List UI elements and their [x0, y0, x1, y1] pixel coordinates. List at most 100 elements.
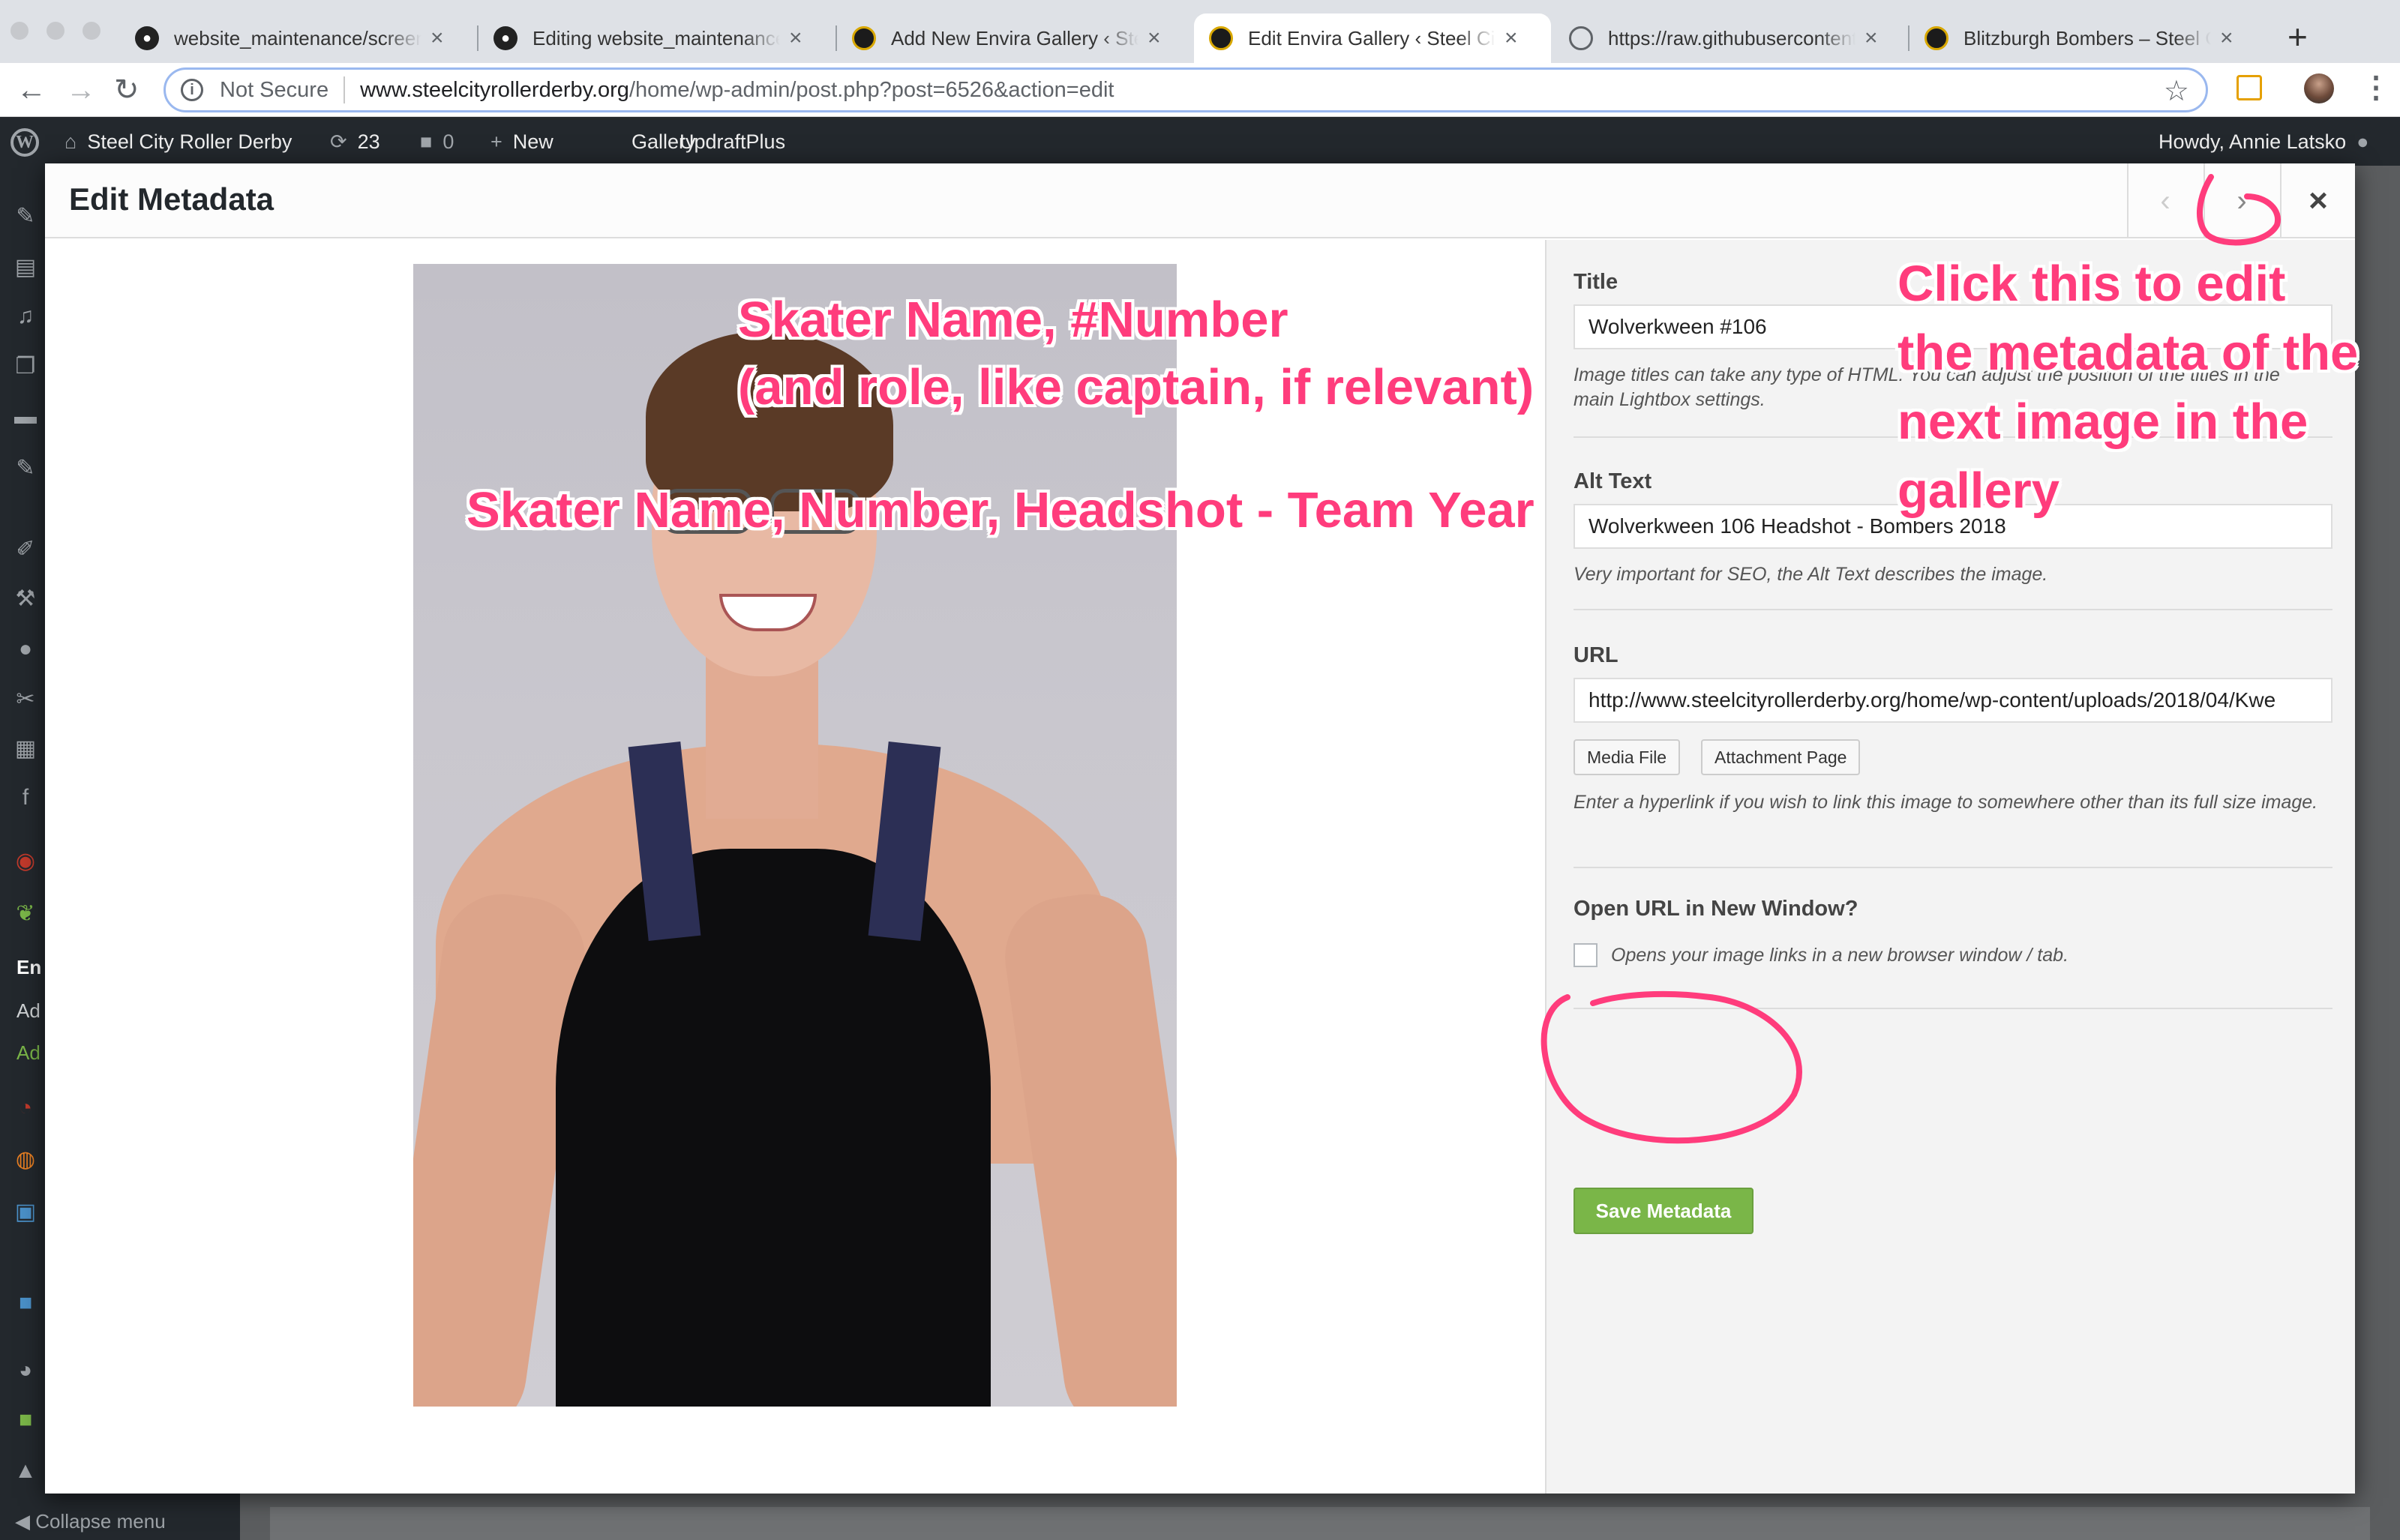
plus-icon: + — [490, 130, 502, 153]
plugin-icon[interactable]: ■ — [12, 1407, 39, 1434]
plugin-icon[interactable]: ◍ — [12, 1146, 39, 1173]
close-tab-icon[interactable]: × — [789, 25, 802, 51]
pin-icon[interactable]: ✎ — [12, 203, 39, 230]
posts-icon[interactable]: ▤ — [12, 254, 39, 281]
browser-tab[interactable]: Add New Envira Gallery ‹ Steel City × — [837, 13, 1194, 63]
comments-count: 0 — [442, 130, 454, 153]
new-window-checkbox[interactable] — [1574, 943, 1598, 967]
browser-tab[interactable]: https://raw.githubusercontent.com × — [1551, 13, 1908, 63]
plugin-icon[interactable]: ◉ — [12, 848, 39, 875]
comments-icon[interactable]: ▬ — [12, 404, 39, 431]
facebook-icon[interactable]: f — [12, 785, 39, 812]
annotation-next-hint-3: next image in the — [1898, 394, 2308, 450]
home-icon: ⌂ — [64, 130, 77, 153]
new-content-link[interactable]: + New — [490, 118, 554, 166]
plugin-icon[interactable]: ▣ — [12, 1199, 39, 1226]
pages-icon[interactable]: ❐ — [12, 353, 39, 380]
wordpress-logo-icon[interactable]: W — [10, 128, 39, 157]
reload-icon[interactable]: ↻ — [114, 72, 140, 108]
tab-title: Add New Envira Gallery ‹ Steel City — [891, 26, 1138, 49]
new-window-label: Open URL in New Window? — [1574, 897, 1858, 921]
close-tab-icon[interactable]: × — [1504, 25, 1518, 51]
github-icon: ● — [135, 26, 159, 50]
url-input[interactable]: http://www.steelcityrollerderby.org/home… — [1574, 678, 2332, 723]
browser-tab[interactable]: ● website_maintenance/screenshots × — [120, 13, 477, 63]
bookmark-star-icon[interactable]: ☆ — [2164, 74, 2189, 108]
wp-admin-bar: W ⌂ Steel City Roller Derby ⟳ 23 ■ 0 + New G… — [0, 118, 2400, 166]
url-label: URL — [1574, 643, 1618, 667]
browser-tab[interactable]: Blitzburgh Bombers – Steel City × — [1910, 13, 2266, 63]
close-tab-icon[interactable]: × — [1148, 25, 1161, 51]
attachment-page-button[interactable]: Attachment Page — [1701, 739, 1861, 775]
plugin-icon[interactable]: ◔ — [12, 1095, 39, 1122]
sidebar-item-add[interactable]: Ad — [16, 999, 40, 1023]
alt-text-help-text: Very important for SEO, the Alt Text des… — [1574, 564, 2048, 585]
scrd-logo-icon — [1924, 26, 1948, 50]
browser-tabstrip: ● website_maintenance/screenshots × ● Ed… — [0, 0, 2400, 63]
annotation-title-hint-role: (and role, like captain, if relevant) — [738, 359, 1534, 415]
close-modal-button[interactable]: × — [2280, 163, 2355, 238]
updates-count: 23 — [357, 130, 380, 153]
media-file-button[interactable]: Media File — [1574, 739, 1681, 775]
collapse-label: Collapse menu — [35, 1510, 166, 1533]
sidebar-item-add-new[interactable]: Ad — [16, 1041, 40, 1065]
new-tab-button[interactable]: + — [2288, 16, 2308, 57]
site-name-link[interactable]: ⌂ Steel City Roller Derby — [64, 118, 292, 166]
info-icon[interactable]: i — [181, 79, 203, 101]
users-icon[interactable]: ● — [12, 637, 39, 664]
tab-title: Editing website_maintenance/upload — [532, 26, 780, 49]
back-arrow-icon[interactable]: ← — [16, 72, 46, 108]
stats-icon[interactable]: ◕ — [12, 1358, 39, 1385]
collapse-menu-button[interactable]: ◀ Collapse menu — [15, 1510, 166, 1533]
scrd-logo-icon — [1209, 26, 1233, 50]
next-image-button[interactable]: › — [2204, 163, 2278, 238]
save-metadata-button[interactable]: Save Metadata — [1574, 1188, 1754, 1234]
plugins-icon[interactable]: ⚒ — [12, 586, 39, 613]
new-window-help-text: Opens your image links in a new browser … — [1611, 945, 2069, 966]
collapse-icon: ◀ — [15, 1510, 36, 1533]
alt-text-label: Alt Text — [1574, 469, 1652, 493]
tab-title: Blitzburgh Bombers – Steel City — [1964, 26, 2211, 49]
site-name: Steel City Roller Derby — [87, 130, 292, 153]
forward-arrow-icon[interactable]: → — [66, 72, 96, 108]
github-icon: ● — [494, 26, 518, 50]
profile-avatar[interactable] — [2304, 73, 2334, 103]
browser-menu-icon[interactable]: ⋮ — [2361, 70, 2391, 105]
pin-icon[interactable]: ✎ — [12, 455, 39, 482]
media-icon[interactable]: ♫ — [12, 304, 39, 331]
window-minimize-dot[interactable] — [46, 22, 64, 40]
browser-tab[interactable]: ● Editing website_maintenance/upload × — [478, 13, 836, 63]
annotation-next-hint-2: the metadata of the — [1898, 325, 2359, 381]
tab-title: https://raw.githubusercontent.com — [1608, 26, 1856, 49]
appearance-icon[interactable]: ✐ — [12, 536, 39, 563]
sidebar-item-envira[interactable]: En — [16, 956, 41, 979]
annotation-alt-hint: Skater Name, Number, Headshot - Team Yea… — [466, 482, 1534, 538]
plugin-icon[interactable]: ■ — [12, 1290, 39, 1317]
browser-tab-active[interactable]: Edit Envira Gallery ‹ Steel City Roller … — [1194, 13, 1551, 63]
address-divider — [344, 76, 346, 103]
window-zoom-dot[interactable] — [82, 22, 100, 40]
updates-link[interactable]: ⟳ 23 — [330, 118, 380, 166]
document-icon — [1569, 26, 1593, 50]
window-close-dot[interactable] — [10, 22, 28, 40]
extension-icon[interactable] — [2236, 75, 2262, 100]
image-preview-pane — [45, 240, 1544, 1494]
updraftplus-link[interactable]: UpdraftPlus — [680, 118, 785, 166]
envira-leaf-icon[interactable]: ❦ — [12, 900, 39, 927]
close-tab-icon[interactable]: × — [2220, 25, 2234, 51]
tools-icon[interactable]: ✂ — [12, 686, 39, 713]
account-link[interactable]: Howdy, Annie Latsko ● — [2158, 118, 2368, 166]
comments-link[interactable]: ■ 0 — [420, 118, 454, 166]
annotation-next-hint-1: Click this to edit — [1898, 256, 2286, 312]
url-help-text: Enter a hyperlink if you wish to link th… — [1574, 792, 2318, 813]
new-label: New — [512, 130, 554, 153]
plugin-icon[interactable]: ▲ — [12, 1458, 39, 1485]
previous-image-button[interactable]: ‹ — [2127, 163, 2202, 238]
url-host: www.steelcityrollerderby.org — [360, 77, 629, 102]
comment-icon: ■ — [420, 130, 433, 153]
annotation-next-hint-4: gallery — [1898, 463, 2060, 519]
close-tab-icon[interactable]: × — [1864, 25, 1878, 51]
close-tab-icon[interactable]: × — [430, 25, 444, 51]
settings-icon[interactable]: ▦ — [12, 736, 39, 763]
address-bar[interactable]: i Not Secure www.steelcityrollerderby.or… — [164, 67, 2208, 112]
